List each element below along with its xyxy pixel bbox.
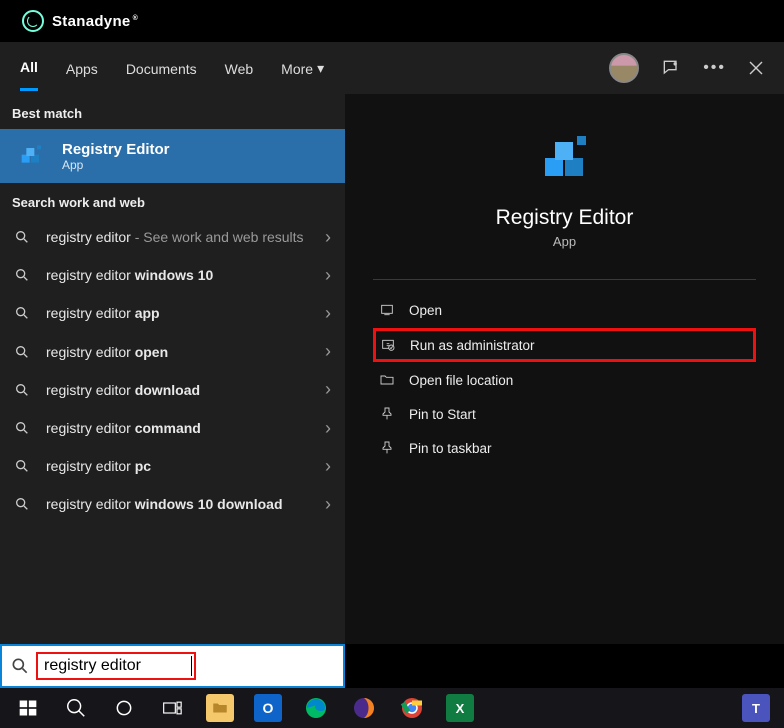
taskbar-start[interactable] — [4, 688, 52, 728]
web-results-label: Search work and web — [0, 183, 345, 218]
action-pin-to-start[interactable]: Pin to Start — [373, 398, 756, 430]
brand-bar: Stanadyne® — [0, 0, 784, 42]
preview-subtitle: App — [373, 234, 756, 249]
suggestion-row[interactable]: registry editor download› — [0, 371, 345, 409]
suggestion-text: registry editor download — [46, 381, 331, 399]
search-bar[interactable] — [0, 644, 345, 688]
taskbar-taskview[interactable] — [148, 688, 196, 728]
action-open-file-location[interactable]: Open file location — [373, 364, 756, 396]
taskbar-excel[interactable]: X — [436, 688, 484, 728]
action-label: Open — [409, 303, 442, 318]
taskbar-outlook[interactable]: O — [244, 688, 292, 728]
chevron-right-icon: › — [325, 494, 331, 515]
tab-all[interactable]: All — [20, 45, 38, 91]
tab-documents[interactable]: Documents — [126, 45, 197, 91]
brand-logo-icon — [22, 10, 44, 32]
pin-icon — [379, 440, 395, 456]
taskbar-teams[interactable]: T — [732, 688, 780, 728]
folder-icon — [379, 372, 395, 388]
suggestion-row[interactable]: registry editor windows 10 download› — [0, 485, 345, 523]
suggestion-row[interactable]: registry editor open› — [0, 333, 345, 371]
search-header: All Apps Documents Web More ▾ ••• — [0, 42, 784, 94]
taskbar-explorer[interactable] — [196, 688, 244, 728]
taskbar-edge[interactable] — [292, 688, 340, 728]
chevron-right-icon: › — [325, 303, 331, 324]
best-match-item[interactable]: Registry Editor App — [0, 129, 345, 183]
suggestion-text: registry editor app — [46, 304, 331, 322]
preview-title: Registry Editor — [373, 206, 756, 230]
search-icon — [14, 458, 32, 474]
suggestion-text: registry editor windows 10 — [46, 266, 331, 284]
suggestion-text: registry editor - See work and web resul… — [46, 228, 331, 246]
brand-name: Stanadyne® — [52, 13, 138, 30]
best-match-label: Best match — [0, 94, 345, 129]
action-label: Pin to taskbar — [409, 441, 492, 456]
chevron-right-icon: › — [325, 265, 331, 286]
suggestion-text: registry editor windows 10 download — [46, 495, 331, 513]
more-options-icon[interactable]: ••• — [703, 59, 726, 77]
tab-more[interactable]: More ▾ — [281, 45, 324, 91]
text-cursor — [191, 656, 192, 676]
preview-panel: Registry Editor App Open Run as administr… — [345, 94, 784, 644]
admin-icon — [380, 337, 396, 353]
action-label: Pin to Start — [409, 407, 476, 422]
taskbar-chrome[interactable] — [388, 688, 436, 728]
search-icon — [14, 496, 32, 512]
feedback-icon[interactable] — [661, 58, 681, 78]
suggestion-text: registry editor command — [46, 419, 331, 437]
suggestion-row[interactable]: registry editor pc› — [0, 447, 345, 485]
divider — [373, 279, 756, 280]
best-match-title: Registry Editor — [62, 141, 170, 158]
taskbar-search[interactable] — [52, 688, 100, 728]
chevron-right-icon: › — [325, 418, 331, 439]
registry-editor-hero-icon — [533, 128, 597, 192]
search-icon — [14, 420, 32, 436]
search-icon — [14, 344, 32, 360]
action-label: Open file location — [409, 373, 513, 388]
tab-apps[interactable]: Apps — [66, 45, 98, 91]
taskbar-firefox[interactable] — [340, 688, 388, 728]
suggestion-row[interactable]: registry editor - See work and web resul… — [0, 218, 345, 256]
suggestion-row[interactable]: registry editor command› — [0, 409, 345, 447]
taskbar-cortana[interactable] — [100, 688, 148, 728]
action-label: Run as administrator — [410, 338, 535, 353]
search-icon — [14, 305, 32, 321]
suggestion-row[interactable]: registry editor app› — [0, 294, 345, 332]
pin-icon — [379, 406, 395, 422]
registry-editor-icon — [14, 139, 48, 173]
user-avatar[interactable] — [609, 53, 639, 83]
chevron-right-icon: › — [325, 227, 331, 248]
chevron-right-icon: › — [325, 379, 331, 400]
action-run-as-administrator[interactable]: Run as administrator — [373, 328, 756, 362]
taskbar: O X T — [0, 688, 784, 728]
search-input[interactable] — [40, 655, 190, 677]
results-panel: Best match Registry Editor App Search wo… — [0, 94, 345, 644]
open-icon — [379, 302, 395, 318]
tab-web[interactable]: Web — [225, 45, 254, 91]
filter-tabs: All Apps Documents Web More ▾ — [20, 45, 609, 91]
suggestion-text: registry editor open — [46, 343, 331, 361]
search-icon — [14, 229, 32, 245]
search-icon — [10, 656, 30, 676]
chevron-right-icon: › — [325, 456, 331, 477]
highlight-box — [36, 652, 196, 680]
chevron-down-icon: ▾ — [317, 60, 324, 77]
action-pin-to-taskbar[interactable]: Pin to taskbar — [373, 432, 756, 464]
search-icon — [14, 382, 32, 398]
suggestion-text: registry editor pc — [46, 457, 331, 475]
chevron-right-icon: › — [325, 341, 331, 362]
action-open[interactable]: Open — [373, 294, 756, 326]
suggestion-row[interactable]: registry editor windows 10› — [0, 256, 345, 294]
close-button[interactable] — [748, 60, 764, 76]
search-icon — [14, 267, 32, 283]
best-match-subtitle: App — [62, 158, 170, 172]
